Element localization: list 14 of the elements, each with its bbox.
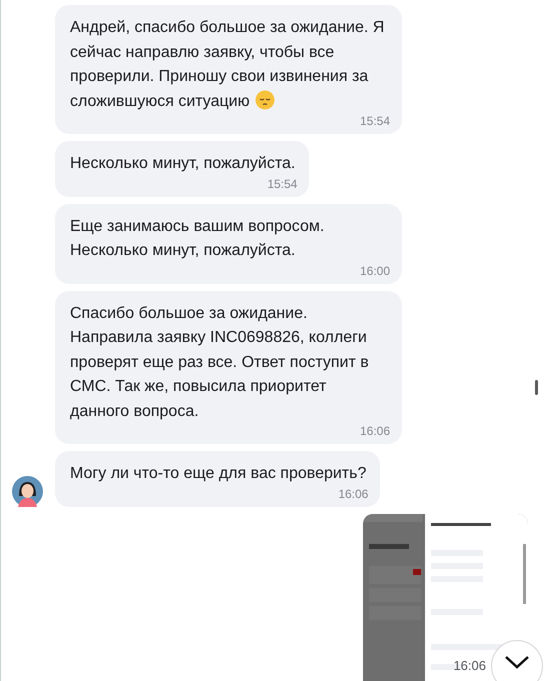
chevron-down-icon — [504, 655, 530, 669]
scroll-down-button[interactable] — [491, 640, 543, 681]
message-text: Несколько минут, пожалуйста. — [70, 154, 296, 174]
message-time: 16:06 — [360, 424, 390, 438]
message-time: 16:06 — [338, 486, 368, 500]
message-text: Могу ли что-то еще для вас проверить? — [70, 464, 366, 484]
message-text: Спасибо большое за ожидание. Направила заявку INC0698826, коллеги проверят еще раз все. Ответ поступит в СМС. Так же, повысила приоритет данного вопроса. — [70, 304, 370, 422]
scroll-indicator — [535, 380, 538, 395]
message-time: 16:06 — [453, 658, 486, 672]
message-time: 15:54 — [360, 114, 390, 128]
message-text: Андрей, спасибо большое за ожидание. Я сейчас направлю заявку, чтобы все проверили. Приношу свои извинения за сложившуюся ситуацию — [70, 18, 386, 112]
message-time: 15:54 — [267, 176, 298, 190]
message-time: 16:00 — [360, 264, 390, 278]
message-text: Еще занимаюсь вашим вопросом. Несколько минут, пожалуйста. — [70, 216, 326, 261]
